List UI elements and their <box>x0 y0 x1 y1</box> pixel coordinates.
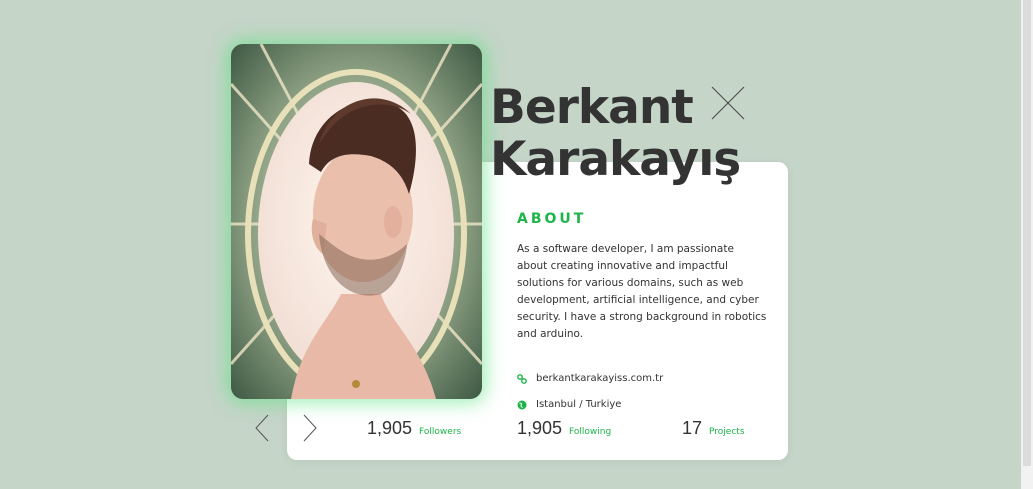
scrollbar-thumb[interactable] <box>1023 0 1031 466</box>
stat-value: 17 <box>682 418 703 438</box>
profile-last-name: Karakayış <box>490 132 741 187</box>
profile-name: Berkant Karakayış <box>490 80 741 187</box>
website-row[interactable]: berkantkarakayiss.com.tr <box>517 373 663 384</box>
location-text: Istanbul / Turkiye <box>536 399 622 410</box>
globe-icon <box>517 400 527 410</box>
link-icon <box>517 373 527 384</box>
stat-value: 1,905 <box>367 418 413 438</box>
stat-label: Projects <box>709 427 745 437</box>
stat-projects[interactable]: 17 Projects <box>682 418 745 439</box>
profile-first-name: Berkant <box>490 80 694 135</box>
page-scrollbar[interactable] <box>1021 0 1033 489</box>
chevron-left-icon[interactable] <box>254 414 270 442</box>
stat-following[interactable]: 1,905 Following <box>517 418 611 439</box>
stat-label: Followers <box>419 427 462 437</box>
chevron-right-icon[interactable] <box>302 414 318 442</box>
location-row: Istanbul / Turkiye <box>517 399 621 410</box>
website-link[interactable]: berkantkarakayiss.com.tr <box>536 373 663 384</box>
stat-label: Following <box>569 427 612 437</box>
about-text: As a software developer, I am passionate… <box>517 243 767 340</box>
profile-portrait <box>231 44 482 399</box>
stat-value: 1,905 <box>517 418 563 438</box>
about-heading: ABOUT <box>517 211 587 227</box>
stat-followers[interactable]: 1,905 Followers <box>367 418 461 439</box>
close-icon[interactable] <box>710 85 746 121</box>
